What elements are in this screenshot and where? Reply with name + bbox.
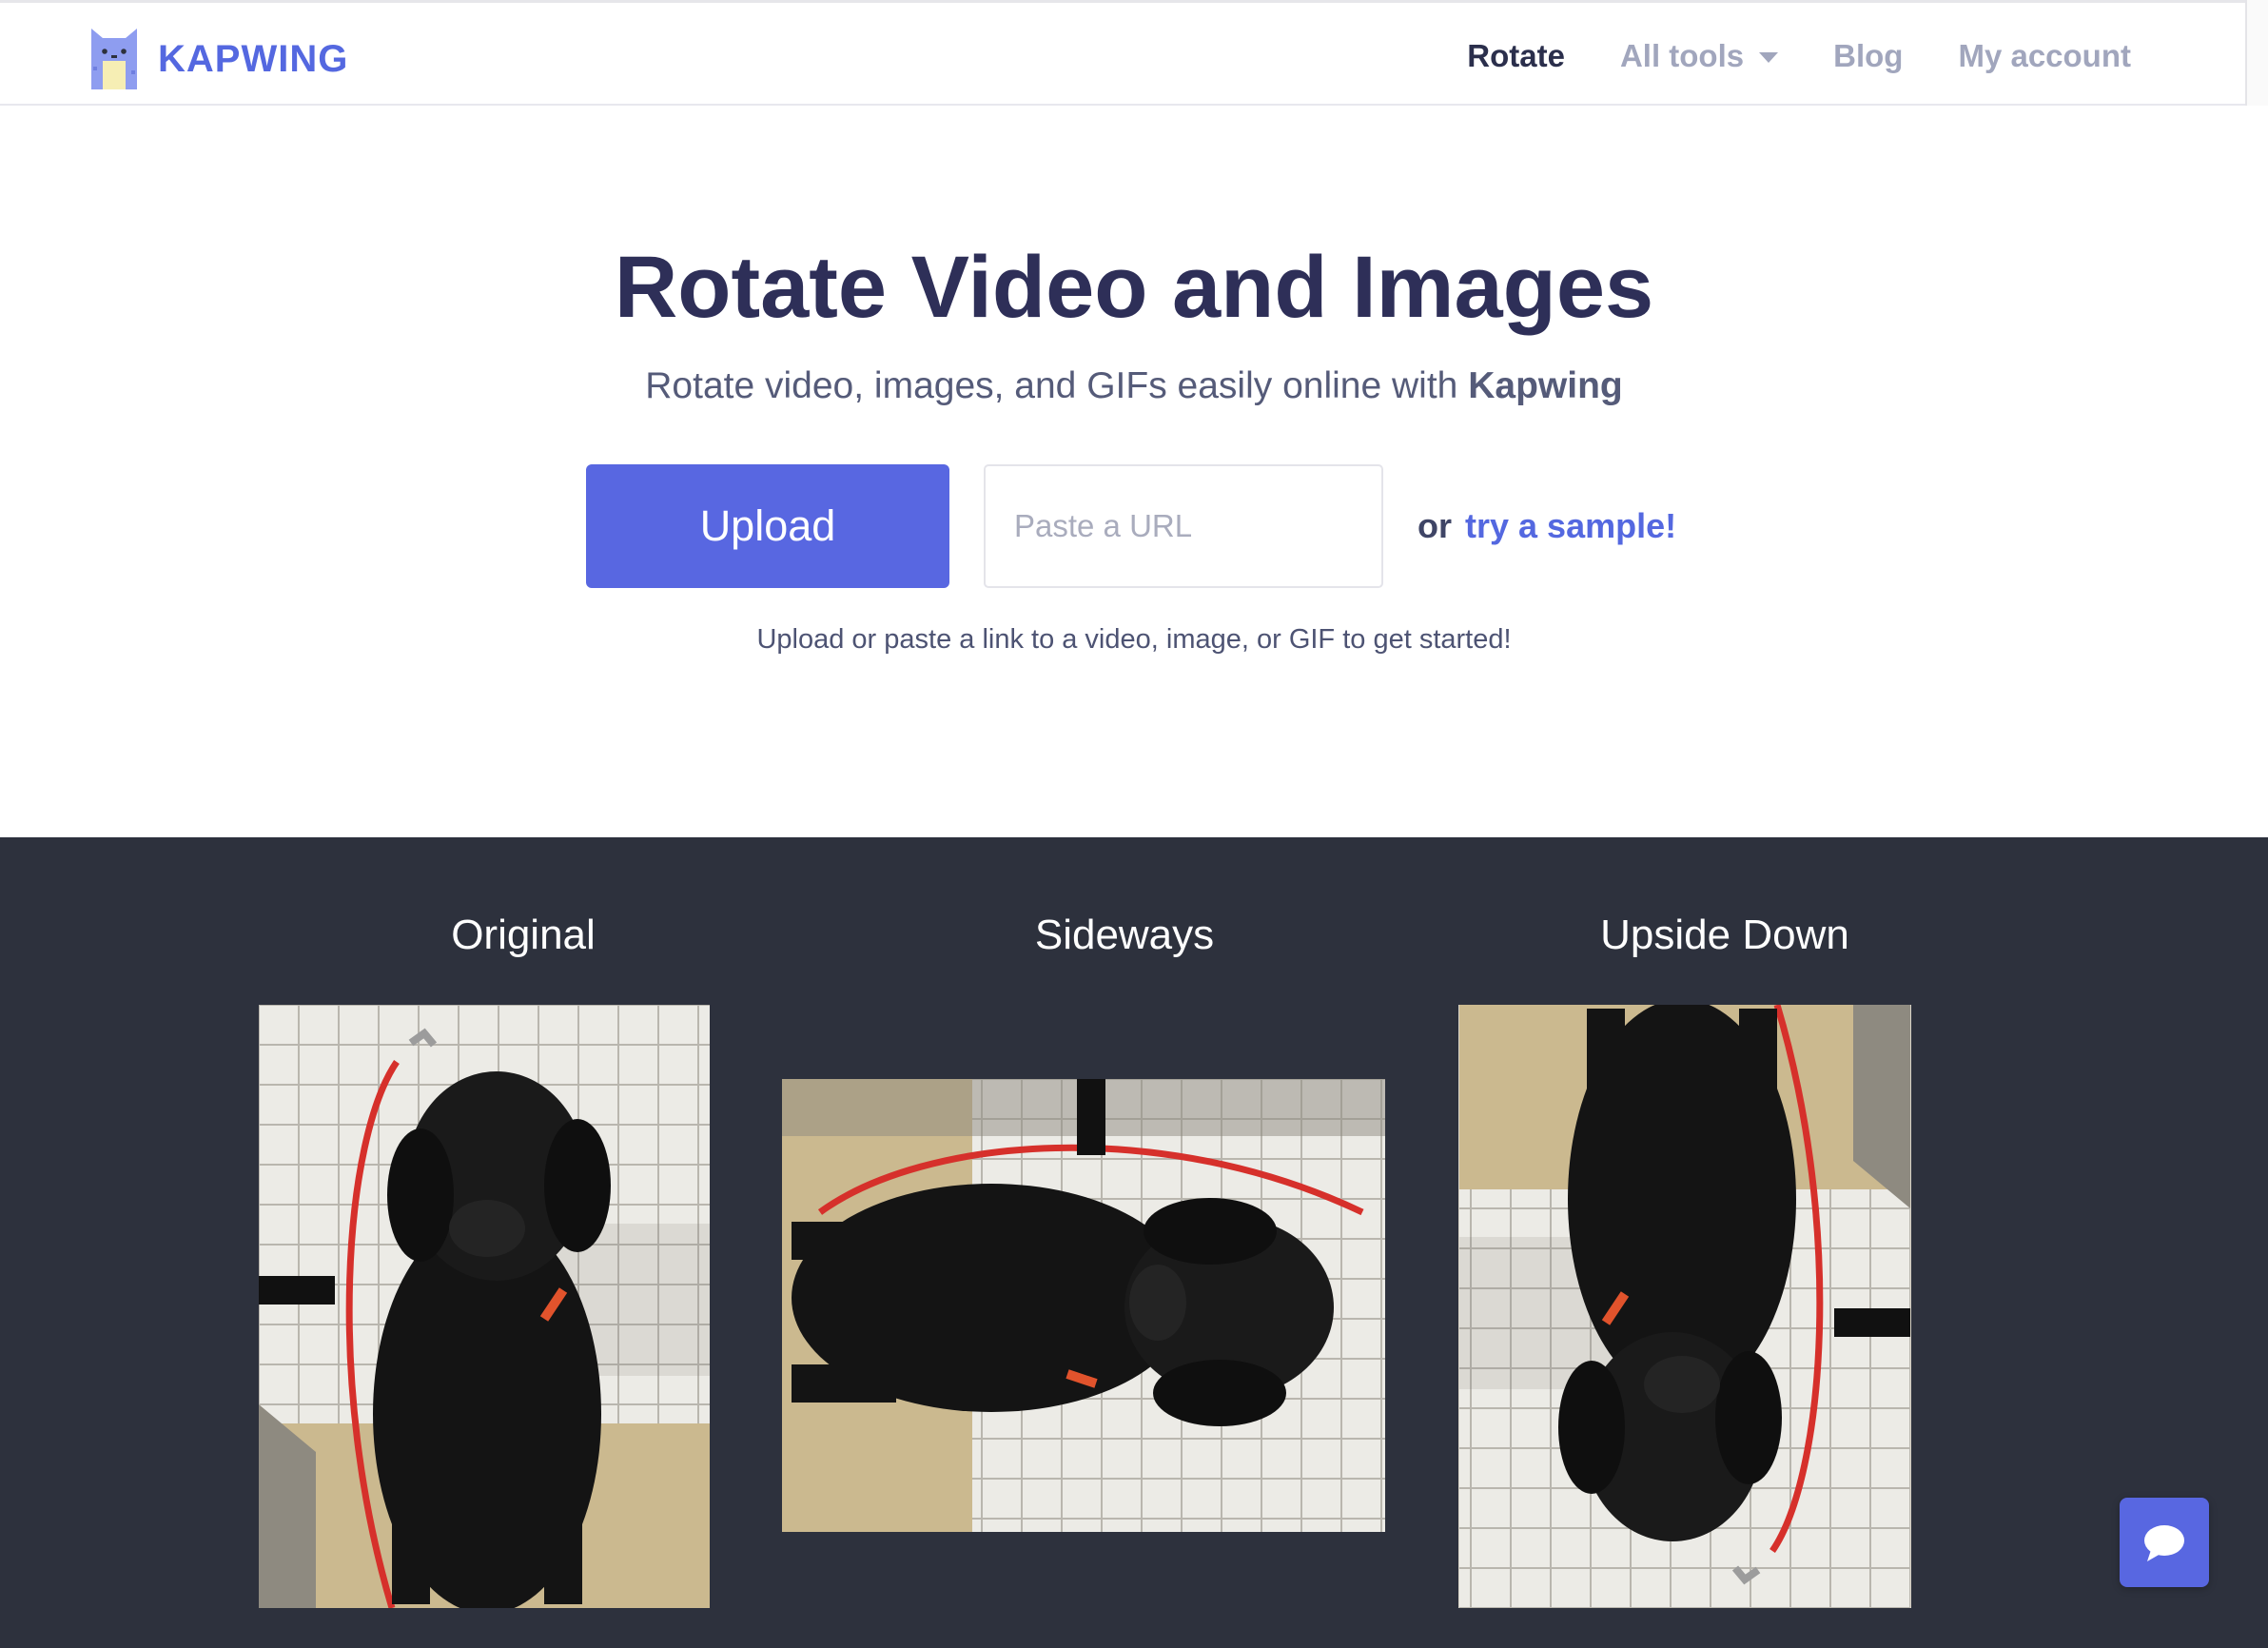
brand-name: KAPWING: [158, 37, 349, 80]
example-image-sideways: [782, 1079, 1385, 1532]
example-title-sideways: Sideways: [1034, 912, 1215, 958]
subtitle-brand: Kapwing: [1468, 365, 1623, 406]
page-subtitle: Rotate video, images, and GIFs easily on…: [0, 365, 2268, 407]
page-title: Rotate Video and Images: [614, 239, 1654, 336]
subtitle-text: Rotate video, images, and GIFs easily on…: [645, 365, 1458, 406]
or-text: or: [1418, 506, 1452, 545]
window-scrollbar[interactable]: [2245, 0, 2268, 106]
brand-home-link[interactable]: KAPWING: [91, 28, 348, 90]
top-nav: KAPWING Rotate All tools Blog My account: [0, 0, 2245, 106]
example-image-original: [259, 1005, 710, 1608]
example-title-original: Original: [451, 912, 596, 958]
chat-widget-button[interactable]: [2120, 1498, 2209, 1587]
example-image-upside-down: [1458, 1005, 1911, 1608]
nav-my-account[interactable]: My account: [1958, 38, 2131, 74]
nav-all-tools[interactable]: All tools: [1619, 37, 1779, 74]
nav-rotate[interactable]: Rotate: [1467, 38, 1565, 74]
try-sample-group: or try a sample!: [1418, 502, 1676, 550]
nav-links: Rotate All tools Blog My account: [1467, 3, 2131, 108]
try-sample-link[interactable]: try a sample!: [1465, 506, 1676, 546]
nav-blog[interactable]: Blog: [1833, 38, 1903, 74]
helper-text: Upload or paste a link to a video, image…: [756, 624, 1512, 655]
example-title-upside-down: Upside Down: [1600, 912, 1849, 958]
upload-button[interactable]: Upload: [586, 464, 949, 588]
chat-bubble-icon: [2144, 1525, 2184, 1561]
paste-url-input[interactable]: [984, 464, 1383, 588]
chevron-down-icon: [1759, 52, 1779, 63]
kapwing-cat-logo-icon: [91, 29, 137, 89]
nav-all-tools-label: All tools: [1619, 37, 1745, 73]
